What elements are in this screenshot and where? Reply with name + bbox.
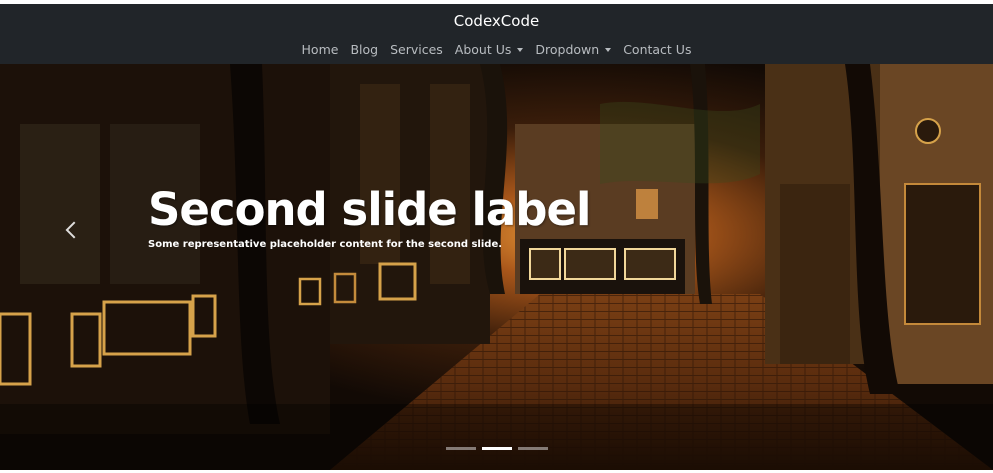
carousel-indicator-1[interactable]: [445, 447, 476, 450]
brand-logo[interactable]: CodexCode: [0, 12, 993, 30]
slide-image: [0, 64, 993, 470]
nav-dropdown-dropdown[interactable]: Dropdown: [529, 42, 617, 57]
chevron-left-icon: [65, 221, 83, 239]
page: CodexCode Home Blog Services About Us Dr…: [0, 4, 993, 470]
carousel-prev-button[interactable]: [50, 204, 100, 264]
slide-caption: Second slide label Some representative p…: [148, 183, 591, 252]
carousel-indicators: [0, 447, 993, 450]
nav-link-blog[interactable]: Blog: [344, 42, 384, 57]
nav-link-contact-us[interactable]: Contact Us: [617, 42, 697, 57]
nav-link-services[interactable]: Services: [384, 42, 449, 57]
nav-dropdown-about-us-label: About Us: [454, 42, 512, 57]
nav-menu: Home Blog Services About Us Dropdown Con…: [0, 42, 993, 57]
slide-caption-text: Some representative placeholder content …: [148, 239, 503, 250]
hero-carousel: Second slide label Some representative p…: [0, 64, 993, 470]
caret-down-icon: [605, 48, 612, 52]
nav-dropdown-dropdown-label: Dropdown: [535, 42, 600, 57]
carousel-indicator-3[interactable]: [517, 447, 548, 450]
navbar: CodexCode Home Blog Services About Us Dr…: [0, 4, 993, 64]
slide-caption-title: Second slide label: [148, 183, 591, 236]
nav-dropdown-about-us[interactable]: About Us: [449, 42, 530, 57]
nav-link-home[interactable]: Home: [296, 42, 345, 57]
carousel-indicator-2[interactable]: [481, 447, 512, 450]
caret-down-icon: [517, 48, 524, 52]
